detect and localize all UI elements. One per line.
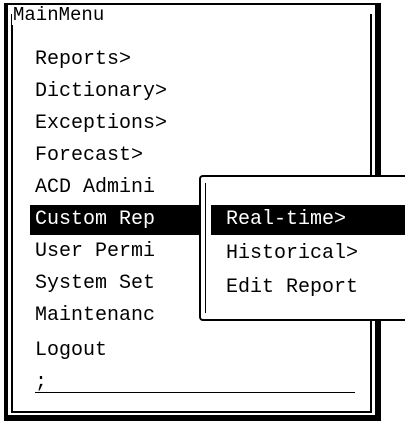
- menu-item-system-settings[interactable]: System Set: [30, 269, 200, 299]
- menu-item-dictionary[interactable]: Dictionary>: [30, 77, 200, 107]
- menu-title: MainMenu: [12, 4, 106, 26]
- menu-item-maintenance[interactable]: Maintenanc: [30, 301, 200, 331]
- submenu-item-real-time[interactable]: Real-time>: [211, 205, 405, 235]
- submenu-item-edit-report[interactable]: Edit Report: [211, 273, 405, 303]
- menu-item-acd-admin[interactable]: ACD Admini: [30, 173, 200, 203]
- command-prompt[interactable]: ;: [30, 368, 200, 398]
- submenu-frame-inner-line: [205, 183, 206, 313]
- custom-reports-submenu: Real-time> Historical> Edit Report: [199, 175, 405, 321]
- menu-item-reports[interactable]: Reports>: [30, 45, 200, 75]
- input-underline: [35, 392, 355, 393]
- menu-item-exceptions[interactable]: Exceptions>: [30, 109, 200, 139]
- menu-item-logout[interactable]: Logout: [30, 336, 200, 366]
- menu-item-forecast[interactable]: Forecast>: [30, 141, 200, 171]
- menu-item-custom-reports[interactable]: Custom Rep: [30, 205, 200, 235]
- submenu-item-historical[interactable]: Historical>: [211, 239, 405, 269]
- menu-item-user-permissions[interactable]: User Permi: [30, 237, 200, 267]
